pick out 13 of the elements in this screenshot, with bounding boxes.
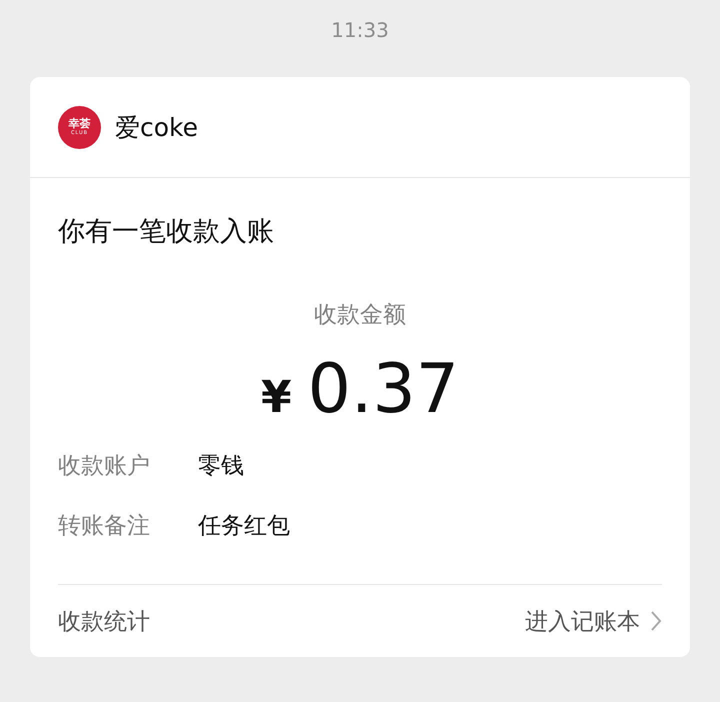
- notice-title: 你有一笔收款入账: [58, 215, 275, 249]
- amount-label: 收款金额: [314, 301, 406, 330]
- statistics-label: 收款统计: [58, 608, 150, 636]
- detail-label: 转账备注: [58, 512, 151, 541]
- ledger-link[interactable]: 进入记账本: [525, 606, 662, 636]
- amount-value: 0.37: [308, 350, 460, 430]
- chevron-right-icon: [650, 610, 662, 632]
- detail-value: 零钱: [198, 452, 244, 481]
- detail-label: 收款账户: [58, 452, 151, 481]
- message-time: 11:33: [331, 18, 389, 42]
- detail-value: 任务红包: [198, 512, 290, 541]
- currency-symbol: ¥: [260, 372, 292, 423]
- account-name: 爱coke: [115, 112, 198, 144]
